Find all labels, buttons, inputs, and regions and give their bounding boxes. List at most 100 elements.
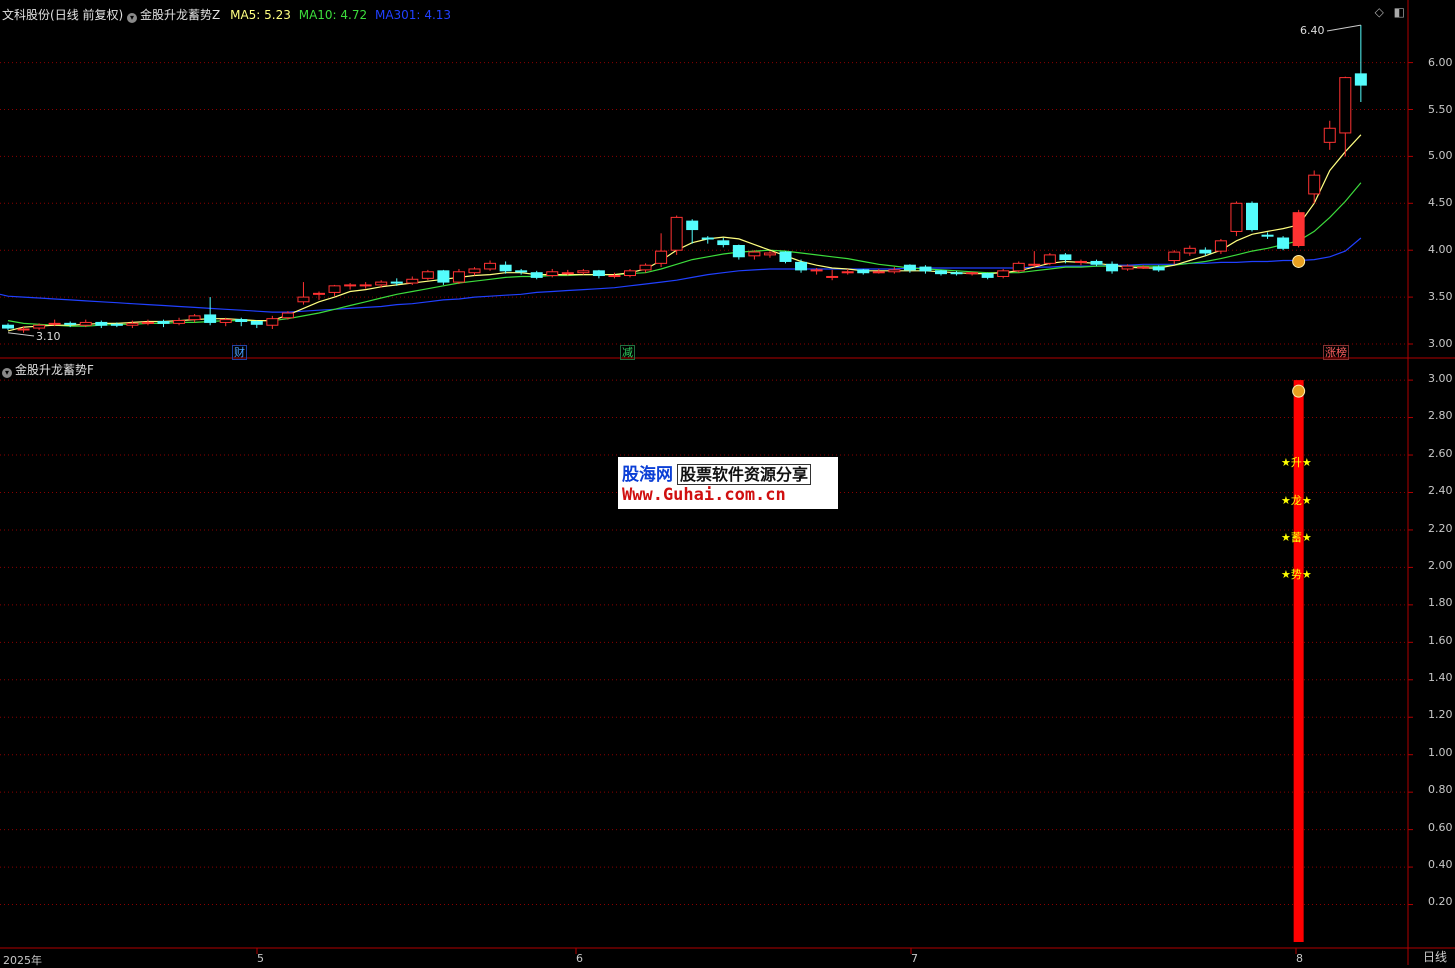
candle-body [1043,254,1056,264]
candle-body [110,323,123,326]
event-marker-reduce[interactable]: 减 [620,345,635,360]
x-tick: 7 [911,952,918,965]
y-tick-top: 5.00 [1428,149,1453,162]
x-tick: 2025年 [3,954,42,967]
candle-body [810,269,823,272]
candle-body [872,271,885,274]
candle-body [624,270,636,277]
ma10-value: 4.72 [340,8,368,22]
chevron-down-icon[interactable]: ▾ [2,368,12,378]
y-tick-bottom: 0.80 [1428,783,1453,796]
candle-body [375,281,388,286]
y-tick-bottom: 1.20 [1428,708,1453,721]
candle-body [266,318,279,326]
candle-body [1354,73,1367,86]
period-label[interactable]: 日线 [1423,948,1447,965]
candle-body [530,272,543,278]
candle-body [141,321,154,324]
candle-body [655,250,668,264]
candle-body [1199,249,1212,254]
watermark-brand: 股海网 [622,465,673,485]
candle-body [468,268,481,274]
y-tick-top: 5.50 [1428,103,1453,116]
y-tick-bottom: 3.00 [1428,372,1453,385]
candle-body [452,271,465,283]
sub-panel-header: ▾ 金股升龙蓄势F [2,361,94,378]
high-price-label: 6.40 [1300,24,1325,37]
candle-body [1323,127,1336,143]
candle-body [95,321,108,326]
candle-body [328,285,341,293]
candle-body [857,269,870,274]
star-label-store: ★蓄★ [1281,531,1312,544]
ma10-line [7,182,1362,327]
candle-body [64,322,77,325]
main-indicator-name[interactable]: 金股升龙蓄势Z [140,8,220,22]
candle-body [188,315,201,321]
candle-body [406,278,419,284]
candle-body [1137,266,1150,269]
candle-body [281,312,294,319]
candle-body [981,273,994,278]
candle-body [841,271,854,274]
high-pointer [1326,24,1361,32]
x-tick: 6 [576,952,583,965]
y-tick-bottom: 1.80 [1428,596,1453,609]
candle-body [966,272,979,275]
candle-body [126,322,139,326]
candle-body [732,245,745,258]
candle-body [763,252,776,256]
watermark-slogan: 股票软件资源分享 [677,464,812,485]
candle-body [1230,202,1243,232]
candle-body [935,270,947,275]
period-mode[interactable]: (日线 前复权) [50,8,123,22]
candle-body [686,220,699,231]
star-label-rise: ★升★ [1281,456,1312,469]
candle-body [421,271,434,279]
y-tick-bottom: 2.00 [1428,559,1453,572]
candle-body [235,319,248,322]
y-tick-top: 4.50 [1428,196,1453,209]
candle-body [17,328,30,331]
candle-body [344,284,357,287]
candle-body [888,269,901,273]
stock-name[interactable]: 文科股份 [2,8,50,22]
candle-body [1106,263,1119,272]
ma10-label: MA10: [298,8,337,22]
candle-body [390,281,403,284]
diamond-icon[interactable]: ◇ [1375,5,1384,19]
candle-body [795,261,808,271]
candle-body [2,324,14,329]
candle-body [1277,237,1290,249]
star-label-trend: ★势★ [1281,568,1312,581]
event-marker-finance[interactable]: 财 [232,345,247,360]
y-tick-bottom: 0.40 [1428,858,1453,871]
candle-body [1012,262,1025,272]
y-tick-bottom: 0.20 [1428,895,1453,908]
ma5-line [7,134,1362,332]
ma301-label: MA301: [374,8,421,22]
sub-indicator-name[interactable]: 金股升龙蓄势F [15,363,94,377]
y-tick-bottom: 1.40 [1428,671,1453,684]
candle-body [546,271,559,277]
y-tick-bottom: 2.60 [1428,447,1453,460]
candle-body [1090,260,1103,265]
chevron-down-icon[interactable]: ▾ [127,13,138,23]
candle-body [157,320,170,324]
watermark-url: Www.Guhai.com.cn [622,485,786,505]
panel-toggle-icon[interactable]: ◧ [1394,5,1405,19]
candle-body [1121,265,1134,270]
candle-body [1261,234,1274,237]
candle-body [173,320,186,324]
candle-body [577,270,590,274]
y-tick-bottom: 1.00 [1428,746,1453,759]
candle-body [826,275,839,278]
event-marker-limit-up[interactable]: 涨榜 [1323,345,1349,360]
candle-body [779,251,792,262]
candle-body [1339,77,1352,134]
candle-body [250,320,263,325]
candle-body [359,284,372,287]
panel-controls: ◇ ◧ [1375,5,1405,19]
candle-body [313,292,325,295]
low-pointer [7,332,35,337]
